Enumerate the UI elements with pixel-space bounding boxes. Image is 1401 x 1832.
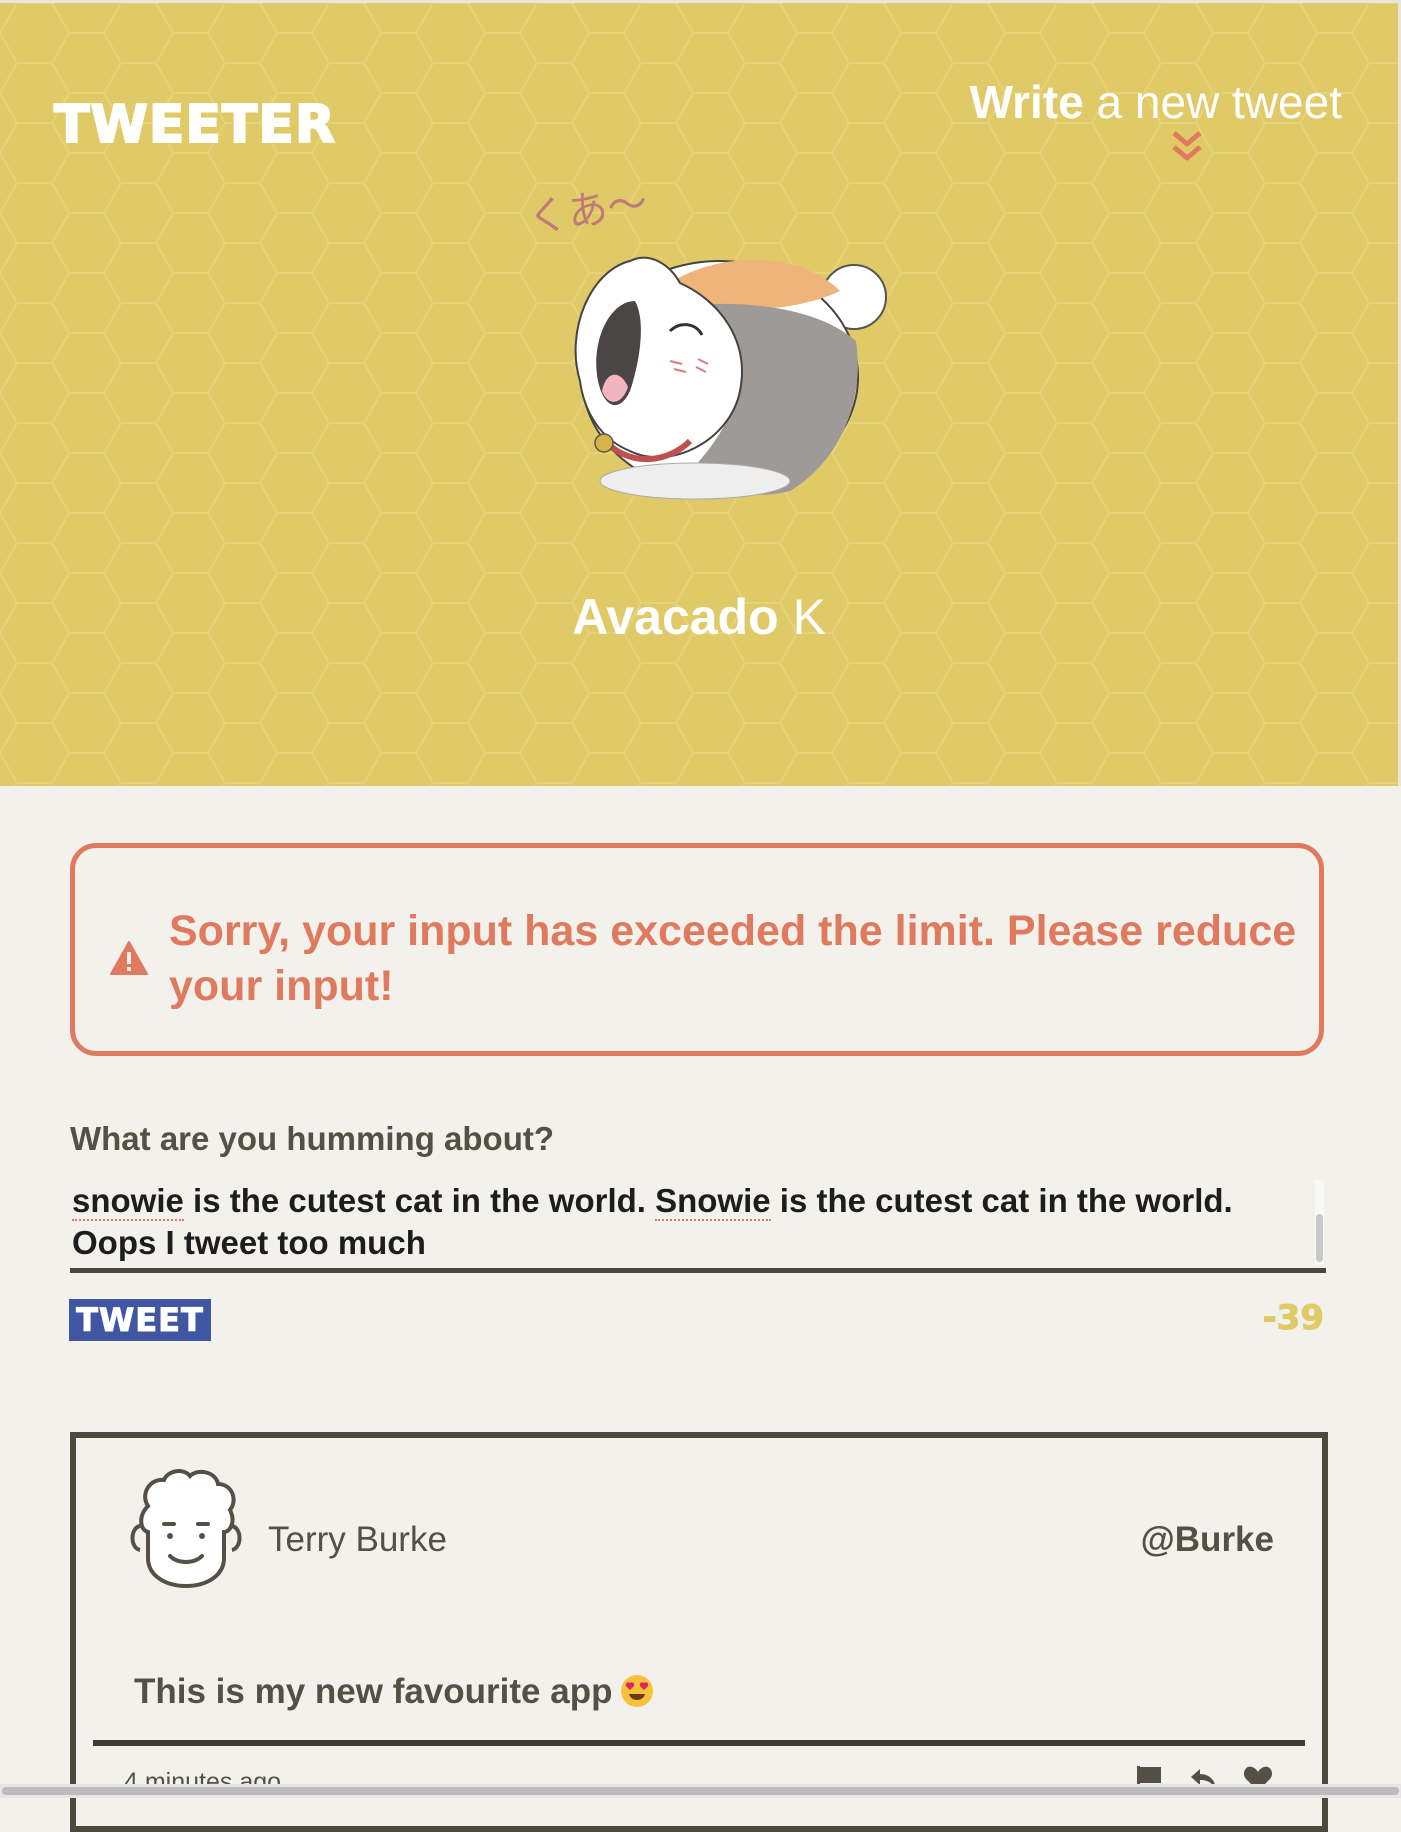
user-display-name: Avacado K xyxy=(0,588,1398,646)
tweet-text-segment: is the cutest cat in the world. xyxy=(770,1182,1233,1219)
tweet-body: This is my new favourite app xyxy=(134,1672,654,1712)
tweet-body-text: This is my new favourite app xyxy=(134,1672,613,1711)
avatar-caption: くあ〜 xyxy=(525,191,650,242)
page-scrollbar-thumb[interactable] xyxy=(2,1787,1399,1795)
compose-link-text: a new tweet xyxy=(1096,76,1342,128)
error-message: Sorry, your input has exceeded the limit… xyxy=(169,907,1297,1010)
tweet-author-name: Terry Burke xyxy=(268,1520,447,1559)
misspelled-word: snowie xyxy=(72,1182,184,1221)
tweet-submit-button[interactable]: TWEET xyxy=(69,1299,211,1341)
tweet-text-line-2: Oops I tweet too much xyxy=(72,1224,426,1261)
write-new-tweet-link[interactable]: Write a new tweet xyxy=(970,75,1342,129)
error-alert: Sorry, your input has exceeded the limit… xyxy=(70,843,1324,1056)
tweet-text-segment: is the cutest cat in the world. xyxy=(183,1182,656,1219)
user-avatar-icon xyxy=(130,1469,242,1589)
page-horizontal-scrollbar[interactable] xyxy=(0,1784,1401,1798)
misspelled-word: Snowie xyxy=(655,1182,771,1221)
warning-icon xyxy=(110,941,148,975)
tweet-card: Terry Burke @Burke This is my new favour… xyxy=(70,1432,1328,1832)
profile-header: TWEETER Write a new tweet くあ〜 Avacado K xyxy=(0,0,1401,786)
tweet-divider xyxy=(93,1740,1305,1746)
textarea-scrollbar-thumb[interactable] xyxy=(1316,1214,1323,1262)
compose-link-bold: Write xyxy=(969,76,1084,128)
tweet-textarea[interactable]: snowie is the cutest cat in the world. S… xyxy=(70,1180,1326,1273)
character-counter: -39 xyxy=(1262,1298,1324,1339)
user-first-name: Avacado xyxy=(572,589,779,645)
double-chevron-down-icon[interactable] xyxy=(1170,129,1204,165)
tweet-author-handle[interactable]: @Burke xyxy=(1141,1520,1274,1560)
tweet-text-line-1: snowie is the cutest cat in the world. S… xyxy=(72,1180,1326,1222)
tweet-input-label: What are you humming about? xyxy=(70,1120,554,1157)
user-last-name: K xyxy=(792,589,826,645)
cat-avatar-icon: くあ〜 xyxy=(525,191,887,500)
heart-eyes-emoji-icon xyxy=(621,1675,654,1707)
brand-logo[interactable]: TWEETER xyxy=(53,94,336,156)
